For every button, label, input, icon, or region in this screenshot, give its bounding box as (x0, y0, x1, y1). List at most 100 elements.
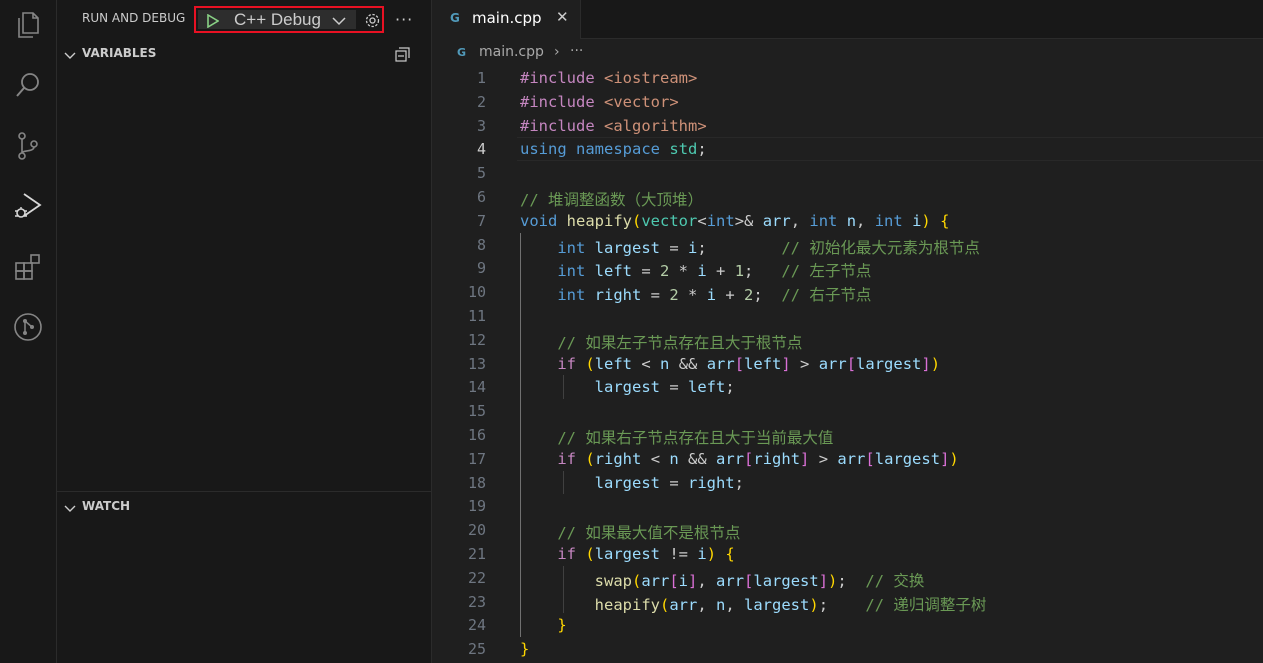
code-line[interactable]: 1 #include <iostream> (432, 66, 1263, 90)
breadcrumb-separator: › (554, 44, 560, 60)
line-number: 4 (476, 140, 486, 159)
variables-label: VARIABLES (82, 46, 157, 60)
line-text: largest = left; (594, 378, 735, 397)
tab-main-cpp[interactable]: G main.cpp ✕ (432, 0, 581, 39)
line-number: 22 (467, 568, 486, 587)
line-text: // 堆调整函数（大顶堆） (520, 191, 703, 209)
line-number: 11 (467, 307, 486, 325)
tab-bar: G main.cpp ✕ (432, 0, 1263, 39)
more-actions-icon[interactable]: ··· (395, 10, 413, 29)
git-graph-icon[interactable] (0, 302, 56, 352)
code-line[interactable]: 16 // 如果右子节点存在且大于当前最大值 (432, 423, 1263, 447)
code-line[interactable]: 3 #include <algorithm> (432, 114, 1263, 138)
code-line[interactable]: 2 #include <vector> (432, 90, 1263, 114)
code-line[interactable]: 14 largest = left; (432, 375, 1263, 399)
line-text: int largest = i; // 初始化最大元素为根节点 (557, 238, 980, 257)
debug-configuration-label[interactable]: C++ Debug (234, 10, 321, 30)
code-line[interactable]: 12 // 如果左子节点存在且大于根节点 (432, 328, 1263, 352)
cpp-file-icon: G (450, 11, 460, 25)
chevron-down-icon (64, 502, 76, 517)
line-text: int right = 2 * i + 2; // 右子节点 (557, 286, 872, 305)
line-text: if (left < n && arr[left] > arr[largest]… (557, 354, 941, 373)
code-line[interactable]: 15 (432, 399, 1263, 423)
watch-label: WATCH (82, 499, 131, 513)
gear-icon[interactable] (364, 12, 381, 33)
run-and-debug-icon[interactable] (0, 181, 56, 231)
line-text: // 如果最大值不是根节点 (557, 524, 741, 543)
indent-guide (563, 470, 564, 495)
indent-guide (520, 232, 521, 638)
code-line[interactable]: 6 // 堆调整函数（大顶堆） (432, 185, 1263, 209)
code-line[interactable]: 7 void heapify(vector<int>& arr, int n, i… (432, 209, 1263, 233)
line-text: largest = right; (594, 473, 744, 492)
line-text: // 如果右子节点存在且大于当前最大值 (557, 429, 834, 447)
debug-configuration-dropdown[interactable]: C++ Debug (198, 10, 356, 29)
debug-configuration-highlight: C++ Debug (194, 6, 384, 33)
code-line[interactable]: 19 (432, 494, 1263, 518)
code-line[interactable]: 20 // 如果最大值不是根节点 (432, 518, 1263, 542)
line-number: 2 (476, 92, 486, 111)
line-number: 13 (467, 354, 486, 373)
line-number: 1 (476, 69, 486, 87)
code-line[interactable]: 10 int right = 2 * i + 2; // 右子节点 (432, 280, 1263, 304)
code-line[interactable]: 9 int left = 2 * i + 1; // 左子节点 (432, 256, 1263, 280)
breadcrumb-file[interactable]: main.cpp (479, 44, 544, 60)
line-number: 7 (476, 211, 486, 230)
line-number: 3 (476, 116, 486, 135)
breadcrumb-symbols[interactable]: ··· (570, 43, 583, 59)
line-text: #include <vector> (520, 92, 679, 111)
code-line[interactable]: 25} (432, 637, 1263, 661)
line-number: 15 (467, 402, 486, 421)
code-line[interactable]: 11 (432, 304, 1263, 328)
code-line[interactable]: 22 swap(arr[i], arr[largest]); // 交换 (432, 566, 1263, 590)
code-line[interactable]: 13 if (left < n && arr[left] > arr[large… (432, 352, 1263, 376)
line-text: #include <iostream> (520, 69, 698, 87)
code-line[interactable]: 24 } (432, 613, 1263, 637)
line-text: using namespace std; (520, 140, 707, 159)
line-text: // 如果左子节点存在且大于根节点 (557, 333, 803, 352)
activity-bar (0, 0, 57, 663)
line-number: 16 (467, 426, 486, 444)
sidebar-title: RUN AND DEBUG (82, 11, 186, 25)
line-text: int left = 2 * i + 1; // 左子节点 (557, 262, 872, 281)
collapse-all-icon[interactable] (395, 47, 410, 66)
code-line[interactable]: 4 using namespace std; (432, 137, 1263, 162)
line-number: 19 (467, 497, 486, 516)
line-text: if (largest != i) { (557, 545, 735, 563)
line-number: 14 (467, 378, 486, 397)
line-text: } (520, 640, 530, 659)
start-debugging-icon[interactable] (206, 13, 220, 32)
line-number: 17 (467, 449, 486, 468)
line-text: #include <algorithm> (520, 116, 707, 135)
variables-section-header[interactable]: VARIABLES (57, 42, 431, 66)
breadcrumb: G main.cpp › ··· (432, 39, 1263, 65)
line-text: heapify(arr, n, largest); // 递归调整子树 (594, 595, 987, 614)
line-number: 6 (476, 188, 486, 206)
code-line[interactable]: 18 largest = right; (432, 471, 1263, 495)
tab-label[interactable]: main.cpp (472, 9, 542, 27)
indent-guide (563, 375, 564, 400)
chevron-down-icon[interactable] (332, 15, 346, 30)
line-number: 24 (467, 616, 486, 635)
search-icon[interactable] (0, 60, 56, 110)
code-line[interactable]: 23 heapify(arr, n, largest); // 递归调整子树 (432, 590, 1263, 614)
extensions-icon[interactable] (0, 242, 56, 292)
chevron-down-icon (64, 49, 76, 64)
watch-section-header[interactable]: WATCH (57, 495, 431, 519)
code-line[interactable]: 5 (432, 161, 1263, 185)
line-text: swap(arr[i], arr[largest]); // 交换 (594, 571, 925, 590)
source-control-icon[interactable] (0, 121, 56, 171)
code-line[interactable]: 21 if (largest != i) { (432, 542, 1263, 566)
code-line[interactable]: 17 if (right < n && arr[right] > arr[lar… (432, 447, 1263, 471)
editor: G main.cpp ✕ G main.cpp › ··· 1 #include … (432, 0, 1263, 663)
close-icon[interactable]: ✕ (556, 8, 569, 26)
run-and-debug-sidebar: RUN AND DEBUG C++ Debug ··· VARIABLES WA… (57, 0, 432, 663)
explorer-icon[interactable] (0, 0, 56, 50)
line-number: 8 (476, 235, 486, 254)
section-divider (57, 491, 431, 492)
line-number: 9 (476, 259, 486, 278)
line-number: 21 (467, 545, 486, 563)
indent-guide (563, 565, 564, 614)
code-line[interactable]: 8 int largest = i; // 初始化最大元素为根节点 (432, 233, 1263, 257)
line-number: 20 (467, 521, 486, 540)
